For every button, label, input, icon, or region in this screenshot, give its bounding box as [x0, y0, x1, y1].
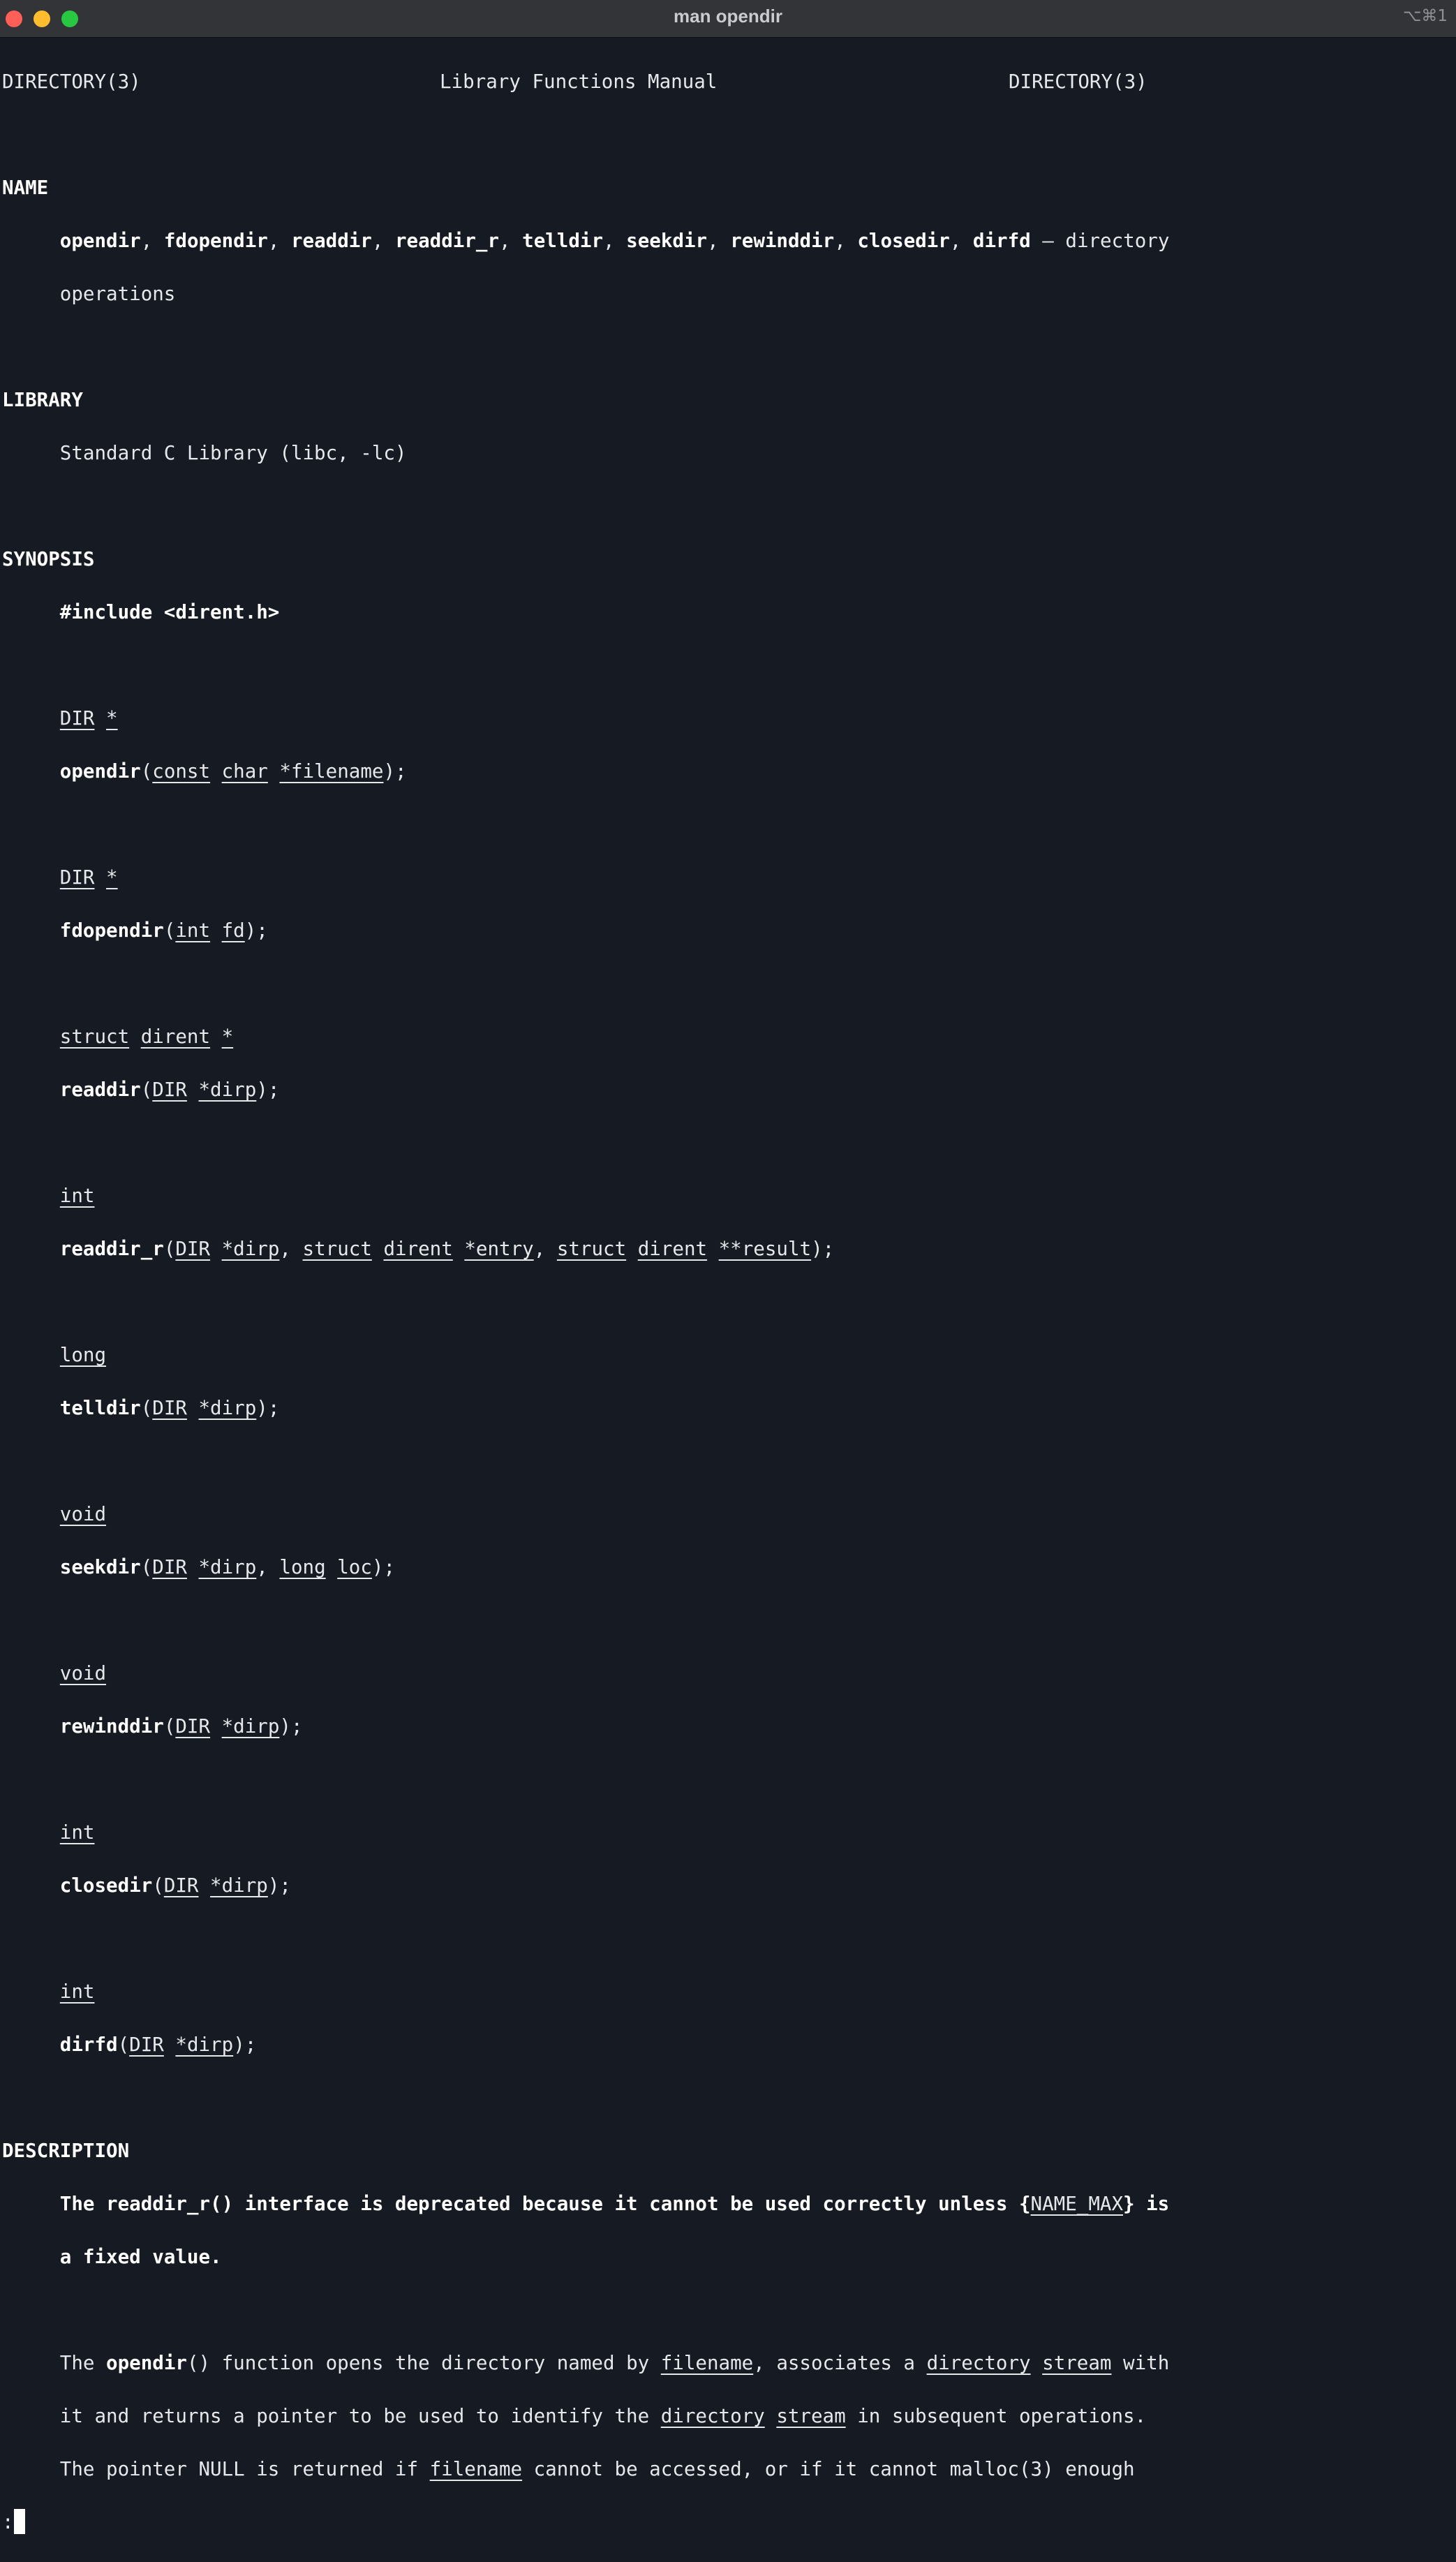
description-line-2: it and returns a pointer to be used to i…	[59, 2405, 1147, 2427]
description-line-3: The pointer NULL is returned if filename…	[59, 2458, 1135, 2480]
library-text: Standard C Library (libc, -lc)	[59, 442, 407, 464]
description-deprecation-line-2: a fixed value.	[59, 2246, 222, 2268]
text-cursor	[13, 2509, 25, 2534]
synopsis-readdir-r: readdir_r(DIR *dirp, struct dirent *entr…	[59, 1238, 835, 1260]
name-description: operations	[59, 283, 176, 305]
synopsis-closedir: closedir(DIR *dirp);	[59, 1874, 291, 1897]
synopsis-readdir: readdir(DIR *dirp);	[59, 1079, 280, 1101]
tab-shortcut: ⌥⌘1	[1402, 7, 1448, 25]
synopsis-fdopendir-type: DIR *	[59, 866, 118, 889]
include-line: #include <dirent.h>	[59, 601, 280, 623]
description-deprecation-line-1: The readdir_r() interface is deprecated …	[59, 2193, 1170, 2215]
man-header: DIRECTORY(3) Library Functions Manual DIRE…	[2, 68, 1169, 95]
synopsis-rewinddir: rewinddir(DIR *dirp);	[59, 1715, 303, 1738]
synopsis-seekdir: seekdir(DIR *dirp, long loc);	[59, 1556, 396, 1578]
pager-prompt[interactable]: :	[2, 2509, 1169, 2535]
synopsis-closedir-type: int	[59, 1821, 95, 1844]
synopsis-opendir: opendir(const char *filename);	[59, 760, 407, 783]
terminal-output[interactable]: DIRECTORY(3) Library Functions Manual DIRE…	[2, 42, 1169, 2562]
section-description: DESCRIPTION	[2, 2140, 130, 2162]
section-name: NAME	[2, 177, 49, 199]
synopsis-dirfd-type: int	[59, 1980, 95, 2003]
synopsis-readdir-type: struct dirent *	[59, 1025, 234, 1048]
synopsis-telldir: telldir(DIR *dirp);	[59, 1397, 280, 1419]
title-bar: man opendir ⌥⌘1	[0, 0, 1456, 38]
header-left: DIRECTORY(3)	[2, 71, 141, 93]
section-synopsis: SYNOPSIS	[2, 548, 95, 570]
synopsis-opendir-type: DIR *	[59, 707, 118, 730]
synopsis-fdopendir: fdopendir(int fd);	[59, 919, 268, 942]
synopsis-seekdir-type: void	[59, 1503, 107, 1525]
name-line: opendir, fdopendir, readdir, readdir_r, …	[59, 230, 1170, 252]
header-center: Library Functions Manual	[440, 71, 718, 93]
synopsis-dirfd: dirfd(DIR *dirp);	[59, 2034, 257, 2056]
description-line-1: The opendir() function opens the directo…	[59, 2352, 1170, 2374]
section-library: LIBRARY	[2, 389, 83, 411]
window-title: man opendir	[673, 6, 782, 27]
synopsis-readdir-r-type: int	[59, 1185, 95, 1207]
synopsis-telldir-type: long	[59, 1344, 107, 1366]
synopsis-rewinddir-type: void	[59, 1662, 107, 1684]
header-right: DIRECTORY(3)	[1009, 71, 1147, 93]
prompt-colon: :	[2, 2511, 14, 2533]
